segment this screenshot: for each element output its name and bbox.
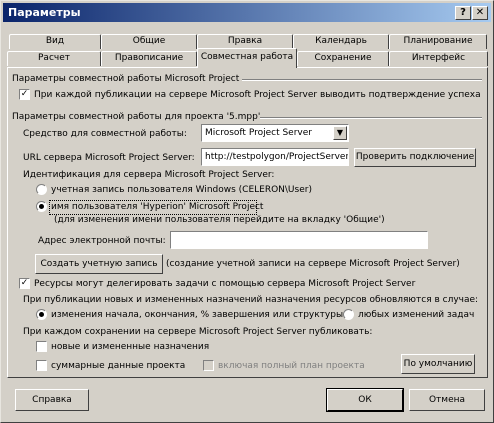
tab-collaborate[interactable]: Совместная работа [197,48,297,68]
project-summary-label: суммарные данные проекта [51,361,186,371]
new-changed-assignments-checkbox[interactable] [36,341,47,352]
url-label: URL сервера Microsoft Project Server: [23,153,195,163]
close-icon[interactable]: ✕ [472,6,488,20]
collab-means-select[interactable]: Microsoft Project Server ▼ [201,124,349,142]
section-global-header: Параметры совместной работы Microsoft Pr… [12,74,240,84]
full-plan-label: включая полный план проекта [218,361,365,371]
on-save-label: При каждом сохранении на сервере Microso… [23,327,373,337]
identification-label: Идентификация для сервера Microsoft Proj… [23,170,275,180]
section-project-header: Параметры совместной работы для проекта … [12,112,261,122]
email-label: Адрес электронной почты: [38,236,166,246]
title-bar[interactable]: Параметры ? ✕ [3,3,491,22]
test-connection-button[interactable]: Проверить подключение [354,148,476,167]
defaults-button[interactable]: По умолчанию [401,354,475,374]
tab-schedule[interactable]: Планирование [389,34,487,49]
create-account-button[interactable]: Создать учетную запись [35,254,163,274]
radio-windows-account-label: учетная запись пользователя Windows (CEL… [51,185,312,195]
help-button[interactable]: Справка [15,389,89,411]
ok-button[interactable]: ОК [326,388,404,412]
tab-interface[interactable]: Интерфейс [389,51,488,66]
collab-means-label: Средство для совместной работы: [23,129,187,139]
collab-means-value: Microsoft Project Server [205,128,312,138]
tab-calculation[interactable]: Расчет [7,51,101,66]
radio-selected-dot [39,312,44,317]
radio-project-username-note: (для изменения имени пользователя перейд… [54,215,385,225]
tab-panel-collaborate: Параметры совместной работы Microsoft Pr… [7,67,488,378]
tab-edit[interactable]: Правка [197,34,293,49]
tab-calendar[interactable]: Календарь [293,34,389,49]
tab-save[interactable]: Сохранение [297,51,389,66]
radio-project-username[interactable] [36,201,47,212]
delegate-label: Ресурсы могут делегировать задачи с помо… [34,279,416,289]
radio-windows-account[interactable] [36,184,47,195]
radio-changes-structure-label: изменения начала, окончания, % завершени… [51,310,344,320]
full-plan-checkbox[interactable] [203,360,214,371]
project-summary-checkbox[interactable] [36,360,47,371]
delegate-checkbox[interactable]: ✓ [19,278,30,289]
publish-new-label: При публикации новых и измененных назнач… [23,295,479,305]
options-dialog: Параметры ? ✕ Вид Общие Правка Календарь… [0,0,494,423]
divider [260,117,482,119]
tab-general[interactable]: Общие [101,34,197,49]
tab-view[interactable]: Вид [9,34,101,49]
focus-rectangle [49,200,257,215]
url-input[interactable]: http://testpolygon/ProjectServer [201,148,349,166]
chevron-down-icon[interactable]: ▼ [333,126,347,140]
divider [242,79,482,81]
create-account-note: (создание учетной записи на сервере Micr… [166,259,460,269]
radio-selected-dot [39,204,44,209]
new-changed-assignments-label: новые и измененные назначения [51,342,210,352]
help-icon[interactable]: ? [455,6,471,20]
publish-confirm-checkbox[interactable]: ✓ [19,89,30,100]
radio-changes-structure[interactable] [36,309,47,320]
publish-confirm-label: При каждой публикации на сервере Microso… [34,90,481,100]
tab-spelling[interactable]: Правописание [101,51,197,66]
email-input[interactable] [170,231,428,249]
radio-any-changes-label: любых изменений задач [358,310,475,320]
window-title: Параметры [8,6,81,19]
cancel-button[interactable]: Отмена [409,389,485,411]
radio-any-changes[interactable] [343,309,354,320]
